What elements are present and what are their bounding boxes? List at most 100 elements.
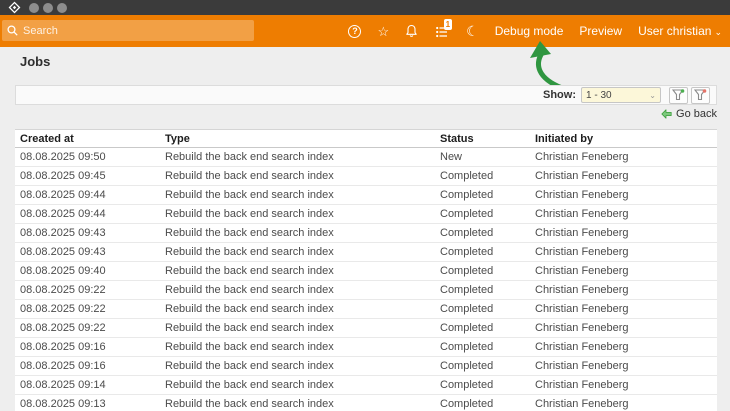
- user-menu-label: User christian: [638, 24, 711, 38]
- moon-icon[interactable]: ☾: [466, 24, 479, 38]
- cell-type: Rebuild the back end search index: [165, 170, 440, 182]
- cell-status: New: [440, 151, 535, 163]
- go-back-link[interactable]: Go back: [661, 108, 717, 120]
- go-back-label: Go back: [676, 108, 717, 120]
- table-row: 08.08.2025 09:14 Rebuild the back end se…: [15, 376, 717, 395]
- main-header: ? ☆ 1 ☾ Debug mode: [0, 15, 730, 47]
- column-header-initiated-by[interactable]: Initiated by: [535, 133, 717, 145]
- chevron-down-icon: ⌄: [714, 27, 722, 37]
- table-header-row: Created at Type Status Initiated by: [15, 130, 717, 148]
- filter-funnel-red-icon: [694, 89, 707, 101]
- cell-initiated-by: Christian Feneberg: [535, 246, 717, 258]
- cell-created-at: 08.08.2025 09:45: [15, 170, 165, 182]
- cell-status: Completed: [440, 360, 535, 372]
- table-row: 08.08.2025 09:40 Rebuild the back end se…: [15, 262, 717, 281]
- cell-initiated-by: Christian Feneberg: [535, 208, 717, 220]
- filter-funnel-green-icon: [672, 89, 685, 101]
- table-command-strip: Show: 1 - 30 ⌄: [15, 85, 717, 105]
- table-row: 08.08.2025 09:22 Rebuild the back end se…: [15, 281, 717, 300]
- table-row: 08.08.2025 09:44 Rebuild the back end se…: [15, 205, 717, 224]
- cell-initiated-by: Christian Feneberg: [535, 151, 717, 163]
- cell-type: Rebuild the back end search index: [165, 246, 440, 258]
- cell-status: Completed: [440, 227, 535, 239]
- cell-initiated-by: Christian Feneberg: [535, 398, 717, 410]
- cell-created-at: 08.08.2025 09:44: [15, 189, 165, 201]
- window-dot-icon: [57, 3, 67, 13]
- cell-type: Rebuild the back end search index: [165, 208, 440, 220]
- back-arrow-icon: [661, 109, 672, 119]
- cell-status: Completed: [440, 379, 535, 391]
- column-header-type[interactable]: Type: [165, 133, 440, 145]
- reset-filter-button[interactable]: [691, 87, 710, 104]
- cell-status: Completed: [440, 189, 535, 201]
- table-row: 08.08.2025 09:43 Rebuild the back end se…: [15, 243, 717, 262]
- table-row: 08.08.2025 09:50 Rebuild the back end se…: [15, 148, 717, 167]
- table-row: 08.08.2025 09:16 Rebuild the back end se…: [15, 357, 717, 376]
- apply-filter-button[interactable]: [669, 87, 688, 104]
- table-row: 08.08.2025 09:45 Rebuild the back end se…: [15, 167, 717, 186]
- cell-created-at: 08.08.2025 09:13: [15, 398, 165, 410]
- cell-initiated-by: Christian Feneberg: [535, 227, 717, 239]
- bell-icon[interactable]: [405, 24, 418, 38]
- preview-link[interactable]: Preview: [579, 24, 622, 38]
- cell-type: Rebuild the back end search index: [165, 379, 440, 391]
- cell-created-at: 08.08.2025 09:40: [15, 265, 165, 277]
- cell-initiated-by: Christian Feneberg: [535, 265, 717, 277]
- cell-type: Rebuild the back end search index: [165, 341, 440, 353]
- cell-status: Completed: [440, 246, 535, 258]
- cell-initiated-by: Christian Feneberg: [535, 284, 717, 296]
- table-row: 08.08.2025 09:22 Rebuild the back end se…: [15, 300, 717, 319]
- cell-type: Rebuild the back end search index: [165, 189, 440, 201]
- help-icon[interactable]: ?: [348, 25, 361, 38]
- cell-initiated-by: Christian Feneberg: [535, 189, 717, 201]
- cell-status: Completed: [440, 341, 535, 353]
- table-row: 08.08.2025 09:43 Rebuild the back end se…: [15, 224, 717, 243]
- cell-created-at: 08.08.2025 09:22: [15, 284, 165, 296]
- cell-created-at: 08.08.2025 09:44: [15, 208, 165, 220]
- star-icon[interactable]: ☆: [377, 25, 389, 38]
- debug-mode-link[interactable]: Debug mode: [495, 24, 564, 38]
- table-row: 08.08.2025 09:22 Rebuild the back end se…: [15, 319, 717, 338]
- cell-type: Rebuild the back end search index: [165, 360, 440, 372]
- cell-status: Completed: [440, 322, 535, 334]
- search-input[interactable]: [18, 25, 254, 37]
- tasks-badge: 1: [444, 19, 452, 30]
- cell-initiated-by: Christian Feneberg: [535, 360, 717, 372]
- background-tasks-icon[interactable]: 1: [434, 23, 450, 39]
- cell-status: Completed: [440, 208, 535, 220]
- cell-created-at: 08.08.2025 09:22: [15, 303, 165, 315]
- column-header-created-at[interactable]: Created at: [15, 133, 165, 145]
- search-box[interactable]: [2, 20, 254, 41]
- cell-status: Completed: [440, 303, 535, 315]
- chevron-down-icon: ⌄: [649, 91, 656, 100]
- rows-per-page-select[interactable]: 1 - 30 ⌄: [581, 87, 661, 103]
- cell-type: Rebuild the back end search index: [165, 265, 440, 277]
- column-header-status[interactable]: Status: [440, 133, 535, 145]
- cell-status: Completed: [440, 170, 535, 182]
- table-row: 08.08.2025 09:16 Rebuild the back end se…: [15, 338, 717, 357]
- cell-created-at: 08.08.2025 09:22: [15, 322, 165, 334]
- cell-created-at: 08.08.2025 09:43: [15, 246, 165, 258]
- window-dot-icon: [43, 3, 53, 13]
- cell-type: Rebuild the back end search index: [165, 303, 440, 315]
- cell-initiated-by: Christian Feneberg: [535, 303, 717, 315]
- app-window: ? ☆ 1 ☾ Debug mode: [0, 0, 730, 411]
- cell-created-at: 08.08.2025 09:16: [15, 360, 165, 372]
- cell-status: Completed: [440, 284, 535, 296]
- cell-status: Completed: [440, 265, 535, 277]
- cell-status: Completed: [440, 398, 535, 410]
- cell-type: Rebuild the back end search index: [165, 284, 440, 296]
- rows-per-page-value: 1 - 30: [586, 90, 612, 101]
- cell-initiated-by: Christian Feneberg: [535, 322, 717, 334]
- cell-created-at: 08.08.2025 09:43: [15, 227, 165, 239]
- cell-created-at: 08.08.2025 09:50: [15, 151, 165, 163]
- table-row: 08.08.2025 09:13 Rebuild the back end se…: [15, 395, 717, 411]
- user-menu[interactable]: User christian⌄: [638, 24, 722, 38]
- cell-type: Rebuild the back end search index: [165, 151, 440, 163]
- show-label: Show:: [543, 89, 576, 101]
- jobs-table: Created at Type Status Initiated by 08.0…: [15, 129, 717, 411]
- window-titlebar: [0, 0, 730, 15]
- cell-initiated-by: Christian Feneberg: [535, 379, 717, 391]
- cell-type: Rebuild the back end search index: [165, 227, 440, 239]
- cell-created-at: 08.08.2025 09:16: [15, 341, 165, 353]
